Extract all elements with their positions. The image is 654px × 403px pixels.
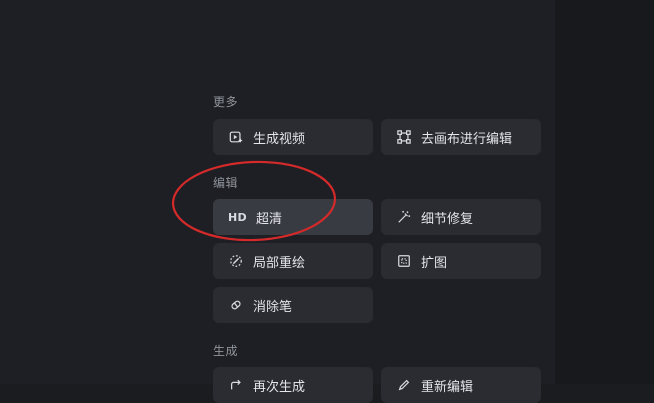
re-edit-label: 重新编辑: [421, 379, 474, 395]
upscale-hd-button[interactable]: HD 超清: [213, 199, 373, 235]
eraser-button[interactable]: 消除笔: [213, 287, 373, 323]
regenerate-icon: [228, 377, 244, 393]
local-repaint-button[interactable]: 局部重绘: [213, 243, 373, 279]
generate-video-button[interactable]: 生成视频: [213, 119, 373, 155]
local-repaint-label: 局部重绘: [253, 255, 306, 271]
section-title-edit: 编辑: [213, 176, 239, 190]
edit-on-canvas-button[interactable]: 去画布进行编辑: [381, 119, 541, 155]
expand-frame-icon: [396, 253, 412, 269]
eraser-label: 消除笔: [253, 299, 293, 315]
regenerate-button[interactable]: 再次生成: [213, 367, 373, 403]
brush-icon: [228, 253, 244, 269]
expand-image-button[interactable]: 扩图: [381, 243, 541, 279]
re-edit-button[interactable]: 重新编辑: [381, 367, 541, 403]
detail-repair-label: 细节修复: [421, 211, 474, 227]
regenerate-label: 再次生成: [253, 379, 306, 395]
generate-video-label: 生成视频: [253, 131, 306, 147]
section-title-more: 更多: [213, 95, 239, 109]
upscale-hd-label: 超清: [255, 211, 282, 227]
video-play-icon: [228, 129, 244, 145]
action-panel: [0, 0, 555, 384]
hd-icon: HD: [228, 210, 247, 224]
eraser-icon: [228, 297, 244, 313]
detail-repair-button[interactable]: 细节修复: [381, 199, 541, 235]
expand-image-label: 扩图: [421, 255, 448, 271]
magic-wand-icon: [396, 209, 412, 225]
section-title-generate: 生成: [213, 344, 239, 358]
pencil-icon: [396, 377, 412, 393]
right-side-area: [555, 0, 654, 384]
edit-on-canvas-label: 去画布进行编辑: [421, 131, 513, 147]
canvas-frame-icon: [396, 129, 412, 145]
